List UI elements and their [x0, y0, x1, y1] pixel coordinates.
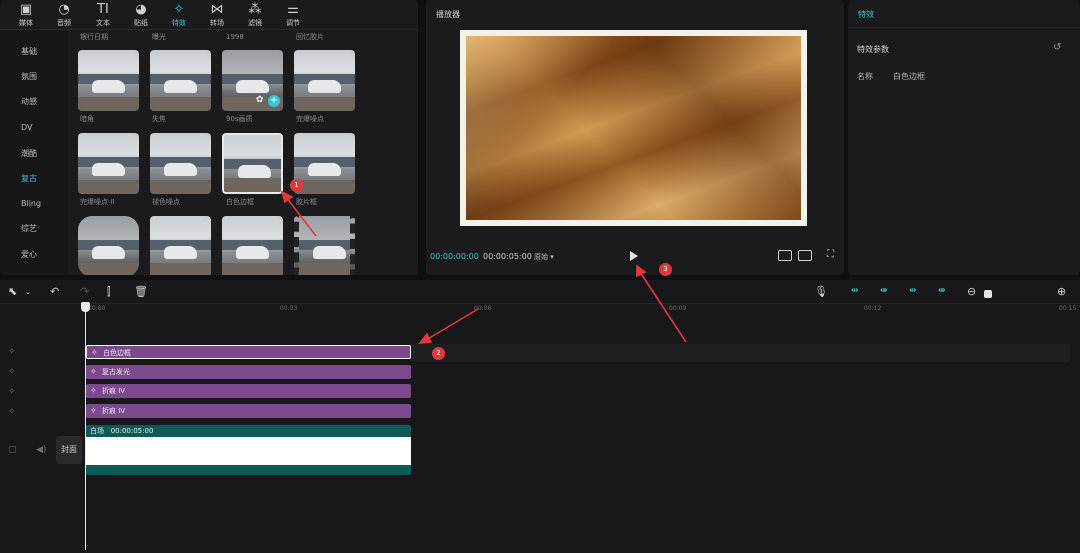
annotation-overlay: [280, 190, 687, 344]
annotation-badge-2: 2: [432, 347, 445, 360]
annotation-badge-1: 1: [290, 179, 303, 192]
annotation-badge-3: 3: [659, 263, 672, 276]
